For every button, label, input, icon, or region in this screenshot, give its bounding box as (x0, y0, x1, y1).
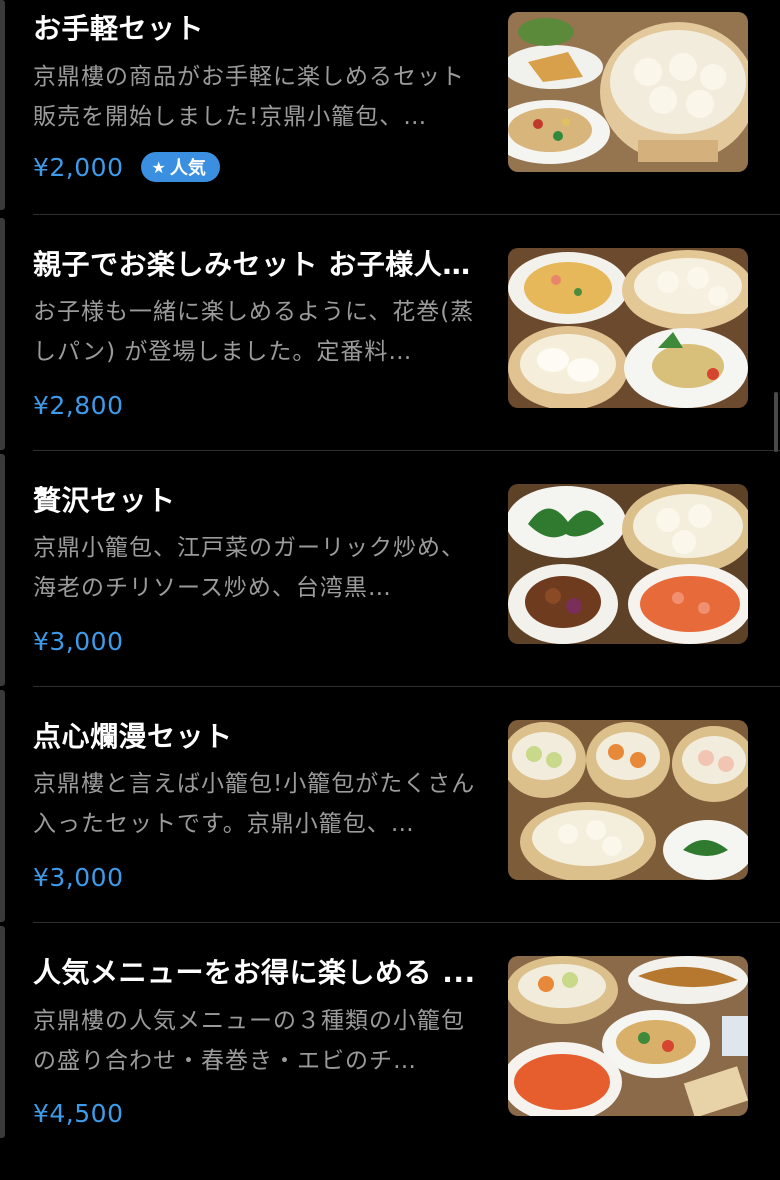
item-description: 京鼎小籠包、江戸菜のガーリック炒め、海老のチリソース炒め、台湾黒… (33, 535, 465, 601)
divider (33, 922, 780, 923)
item-price: ¥3,000 (33, 862, 124, 892)
scroll-indicator[interactable] (774, 392, 778, 452)
star-icon: ★ (151, 157, 166, 177)
badge-label: 人気 (169, 158, 206, 179)
item-title: 贅沢セット (33, 484, 176, 517)
price-row: ¥2,000 ★ 人気 (33, 149, 220, 185)
list-item[interactable]: お手軽セット 京鼎樓の商品がお手軽に楽しめるセット販売を開始しました!京鼎小籠包… (0, 0, 780, 236)
price-row: ¥3,000 (33, 623, 123, 659)
item-price: ¥3,000 (33, 626, 124, 656)
price-row: ¥2,800 (33, 387, 123, 423)
price-row: ¥3,000 (33, 859, 123, 895)
item-price: ¥2,000 (33, 152, 124, 182)
item-description: 京鼎樓と言えば小籠包!小籠包がたくさん入ったセットです。京鼎小籠包、… (33, 771, 476, 837)
item-price: ¥4,500 (33, 1098, 124, 1128)
list-item[interactable]: 人気メニューをお得に楽しめる ... 京鼎樓の人気メニューの３種類の小籠包の盛り… (0, 944, 780, 1180)
item-price: ¥2,800 (33, 390, 124, 420)
food-photo[interactable] (508, 956, 748, 1116)
item-title: 親子でお楽しみセット お子様人… (33, 248, 471, 281)
list-item[interactable]: 親子でお楽しみセット お子様人… お子様も一緒に楽しめるように、花巻(蒸しパン)… (0, 236, 780, 472)
popular-badge: ★ 人気 (141, 152, 220, 182)
divider (33, 214, 780, 215)
item-title: 人気メニューをお得に楽しめる ... (33, 956, 476, 989)
item-title: 点心爛漫セット (33, 720, 233, 753)
item-description: 京鼎樓の商品がお手軽に楽しめるセット販売を開始しました!京鼎小籠包、… (33, 64, 465, 130)
item-description: お子様も一緒に楽しめるように、花巻(蒸しパン) が登場しました。定番料… (33, 299, 475, 365)
divider (33, 686, 780, 687)
item-title: お手軽セット (33, 12, 205, 45)
divider (33, 450, 780, 451)
food-photo[interactable] (508, 720, 748, 880)
list-item[interactable]: 贅沢セット 京鼎小籠包、江戸菜のガーリック炒め、海老のチリソース炒め、台湾黒… … (0, 472, 780, 708)
price-row: ¥4,500 (33, 1095, 123, 1131)
food-photo[interactable] (508, 248, 748, 408)
food-photo[interactable] (508, 12, 748, 172)
list-item[interactable]: 点心爛漫セット 京鼎樓と言えば小籠包!小籠包がたくさん入ったセットです。京鼎小籠… (0, 708, 780, 944)
item-description: 京鼎樓の人気メニューの３種類の小籠包の盛り合わせ・春巻き・エビのチ… (33, 1008, 465, 1074)
food-photo[interactable] (508, 484, 748, 644)
